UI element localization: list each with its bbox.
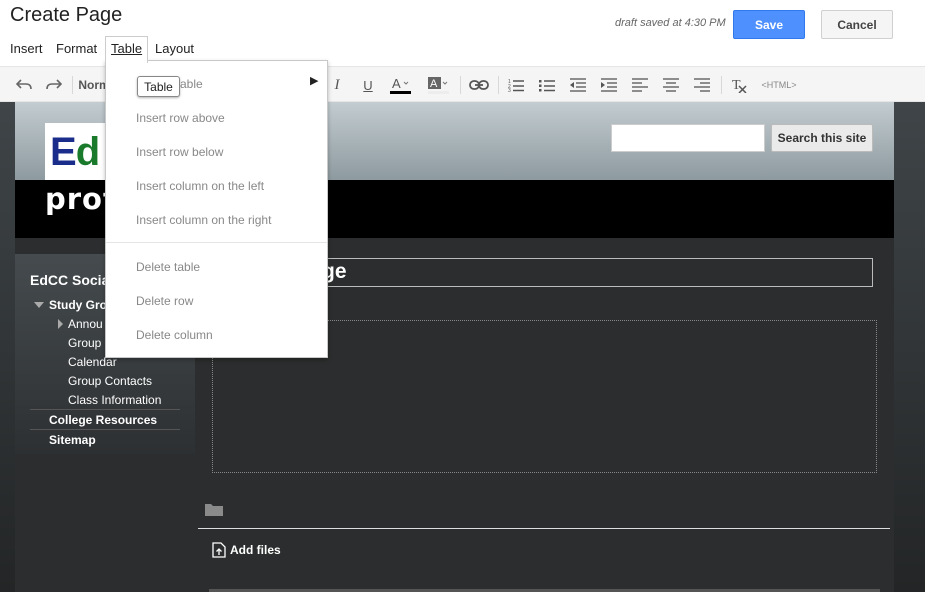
expand-arrow-icon[interactable] <box>58 319 63 329</box>
svg-text:A: A <box>392 76 401 91</box>
toolbar-separator <box>721 76 722 94</box>
italic-icon[interactable]: I <box>328 67 346 103</box>
delete-column-item[interactable]: Delete column <box>136 328 213 342</box>
align-left-icon[interactable] <box>629 67 651 103</box>
menu-layout[interactable]: Layout <box>150 36 199 62</box>
svg-text:T: T <box>732 78 741 93</box>
menu-table-label: Table <box>111 41 143 56</box>
bulleted-list-icon[interactable] <box>536 67 558 103</box>
left-gutter <box>0 102 15 592</box>
menu-insert[interactable]: Insert <box>5 36 48 62</box>
cancel-button[interactable]: Cancel <box>821 10 893 39</box>
sidebar-item-group[interactable]: Group <box>68 336 101 350</box>
undo-icon[interactable] <box>13 67 35 103</box>
collapse-arrow-icon[interactable] <box>34 302 44 308</box>
sidebar-item-group-contacts[interactable]: Group Contacts <box>68 374 152 388</box>
sidebar-item-sitemap[interactable]: Sitemap <box>49 433 96 447</box>
menu-format[interactable]: Format <box>51 36 102 62</box>
redo-icon[interactable] <box>43 67 65 103</box>
sidebar-heading: EdCC Socia <box>30 272 110 288</box>
svg-text:A: A <box>430 78 438 90</box>
text-color-icon[interactable]: A <box>386 67 414 103</box>
site-search-input[interactable] <box>611 124 765 152</box>
align-center-icon[interactable] <box>660 67 682 103</box>
sidebar-divider <box>30 409 180 410</box>
sidebar-item-class-information[interactable]: Class Information <box>68 393 161 407</box>
logo-letter-d: d <box>75 130 100 174</box>
toolbar-separator <box>72 76 73 94</box>
insert-row-below-item[interactable]: Insert row below <box>136 145 223 159</box>
folder-icon <box>205 502 223 521</box>
sidebar-divider <box>30 429 180 430</box>
toolbar-separator <box>498 76 499 94</box>
indent-less-icon[interactable] <box>567 67 589 103</box>
submenu-arrow-icon: ▶ <box>310 75 319 87</box>
toolbar-separator <box>460 76 461 94</box>
add-files-link[interactable]: Add files <box>212 542 281 558</box>
svg-text:3: 3 <box>508 88 511 92</box>
create-page-editor: Create Page draft saved at 4:30 PM Save … <box>0 0 925 592</box>
align-right-icon[interactable] <box>691 67 713 103</box>
html-button[interactable]: <HTML> <box>758 67 800 103</box>
sidebar-item-announcements[interactable]: Annou <box>68 317 103 331</box>
insert-row-above-item[interactable]: Insert row above <box>136 111 225 125</box>
logo-letter-e: E <box>50 130 77 174</box>
add-files-label: Add files <box>230 543 281 557</box>
attachments-divider <box>198 528 890 529</box>
clear-formatting-icon[interactable]: T <box>729 67 751 103</box>
delete-row-item[interactable]: Delete row <box>136 294 193 308</box>
add-file-icon <box>212 542 226 558</box>
site-search-button[interactable]: Search this site <box>771 124 873 152</box>
sidebar-item-study-group[interactable]: Study Gro <box>49 298 107 312</box>
indent-more-icon[interactable] <box>598 67 620 103</box>
style-select[interactable]: Norm <box>78 67 109 103</box>
sidebar-item-college-resources[interactable]: College Resources <box>49 413 157 427</box>
right-gutter <box>894 102 925 592</box>
table-tooltip: Table <box>137 76 180 97</box>
menu-table[interactable]: Table <box>105 36 149 63</box>
draft-status: draft saved at 4:30 PM <box>615 17 726 29</box>
insert-column-right-item[interactable]: Insert column on the right <box>136 213 271 227</box>
link-icon[interactable] <box>467 67 491 103</box>
insert-column-left-item[interactable]: Insert column on the left <box>136 179 264 193</box>
delete-table-item[interactable]: Delete table <box>136 260 200 274</box>
table-menu-dropdown: able ▶ Insert row above Insert row below… <box>105 60 328 358</box>
numbered-list-icon[interactable]: 123 <box>505 67 527 103</box>
underline-icon[interactable]: U <box>358 67 378 103</box>
page-title: Create Page <box>10 4 123 26</box>
highlight-color-icon[interactable]: A <box>424 67 452 103</box>
menu-separator <box>106 242 327 243</box>
insert-table-label-tail: able <box>180 77 203 91</box>
save-button[interactable]: Save <box>733 10 805 39</box>
